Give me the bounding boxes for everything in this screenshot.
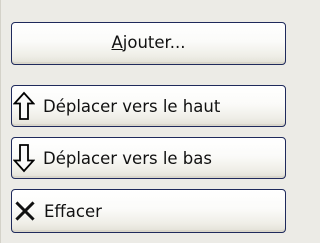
button-panel: Ajouter... Déplacer vers le haut Déplace…	[0, 0, 295, 243]
move-up-button[interactable]: Déplacer vers le haut	[11, 85, 286, 127]
remove-button[interactable]: Effacer	[11, 189, 286, 233]
arrow-up-icon	[13, 91, 35, 120]
add-button[interactable]: Ajouter...	[11, 22, 286, 65]
move-up-label: Déplacer vers le haut	[43, 96, 221, 116]
move-down-button[interactable]: Déplacer vers le bas	[11, 137, 286, 179]
remove-label: Effacer	[44, 201, 102, 221]
add-button-label: Ajouter...	[111, 33, 186, 52]
arrow-down-icon	[13, 144, 35, 173]
delete-x-icon	[15, 201, 35, 221]
move-down-label: Déplacer vers le bas	[43, 148, 212, 168]
